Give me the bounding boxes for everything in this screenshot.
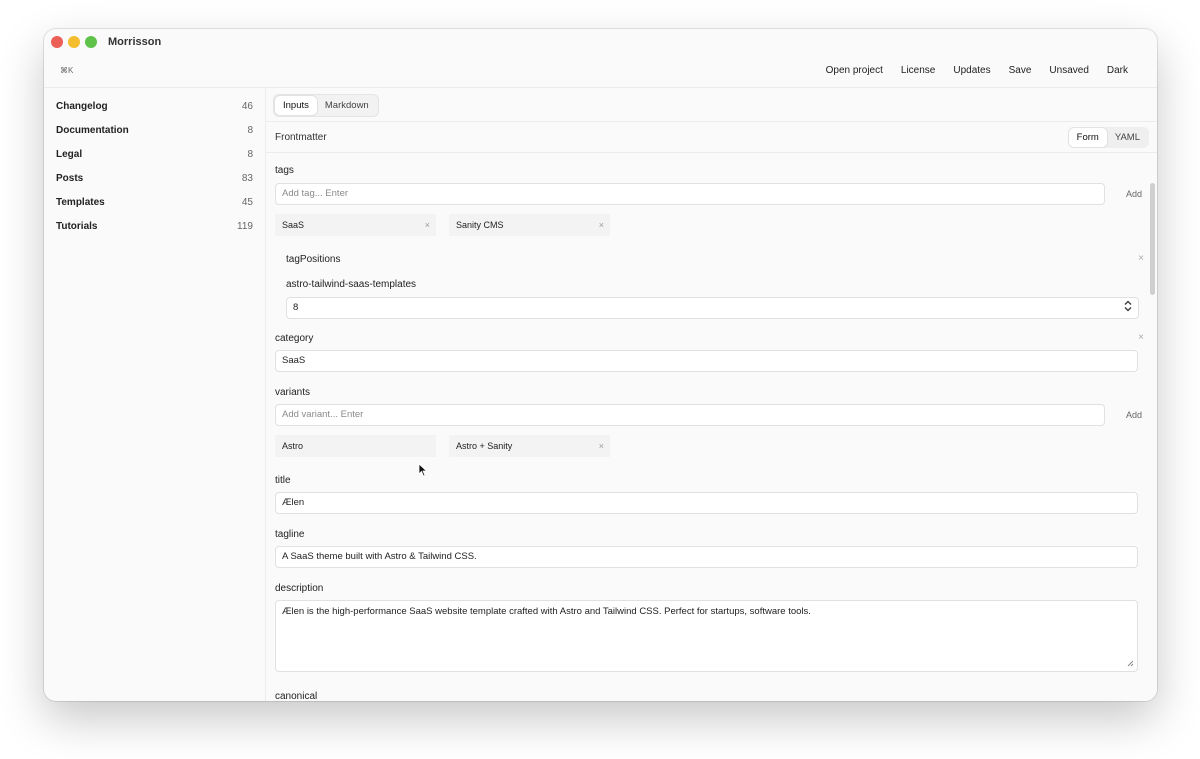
sidebar-item-changelog[interactable]: Changelog 46 [44,94,265,118]
mode-form[interactable]: Form [1068,128,1107,147]
titlebar: Morrisson [44,29,1157,55]
add-tag-button[interactable]: Add [1119,183,1149,205]
sidebar-item-legal[interactable]: Legal 8 [44,142,265,166]
frontmatter-header: Frontmatter Form YAML [266,121,1157,153]
open-project-button[interactable]: Open project [817,65,892,76]
minimize-window-button[interactable] [68,36,80,48]
variants-input[interactable]: Add variant... Enter [275,404,1105,426]
add-variant-button[interactable]: Add [1119,404,1149,426]
sidebar-item-count: 46 [241,100,253,112]
tagposition-value: 8 [293,302,299,313]
sidebar-item-documentation[interactable]: Documentation 8 [44,118,265,142]
tab-markdown[interactable]: Markdown [317,96,377,115]
category-label: category [275,333,314,344]
close-icon[interactable]: × [425,214,430,236]
command-palette-shortcut[interactable]: ⌘K [60,66,73,75]
sidebar-item-count: 83 [241,172,253,184]
toolbar: ⌘K Open project License Updates Save Uns… [44,55,1157,88]
dark-mode-button[interactable]: Dark [1098,65,1137,76]
sidebar-item-label: Documentation [56,124,129,136]
save-button[interactable]: Save [1000,65,1041,76]
category-input[interactable]: SaaS [275,350,1138,372]
sidebar-item-count: 119 [237,220,253,232]
sidebar-item-label: Legal [56,148,83,160]
sidebar-item-templates[interactable]: Templates 45 [44,190,265,214]
mode-yaml[interactable]: YAML [1107,128,1148,147]
unsaved-status[interactable]: Unsaved [1040,65,1097,76]
close-icon[interactable]: × [599,214,604,236]
variant-chip: Astro [275,435,436,457]
tagposition-value-input[interactable]: 8 [286,297,1139,319]
close-icon[interactable]: × [1138,332,1144,343]
chip-label: Astro [282,441,304,451]
title-input[interactable]: Ælen [275,492,1138,514]
sidebar-item-label: Templates [56,196,105,208]
frontmatter-mode-toggle: Form YAML [1067,127,1149,148]
tags-label: tags [275,165,294,176]
license-button[interactable]: License [892,65,944,76]
tagline-label: tagline [275,529,305,540]
sidebar-item-label: Changelog [56,100,108,112]
description-label: description [275,583,324,594]
variant-chip: Astro + Sanity × [449,435,610,457]
close-icon[interactable]: × [1138,253,1144,264]
variants-label: variants [275,387,311,398]
sidebar-item-tutorials[interactable]: Tutorials 119 [44,214,265,238]
chip-label: Astro + Sanity [456,441,513,451]
title-label: title [275,475,291,486]
frontmatter-title: Frontmatter [275,132,327,143]
chip-label: Sanity CMS [456,220,504,230]
close-window-button[interactable] [51,36,63,48]
sidebar-item-label: Posts [56,172,84,184]
form-scroll-area[interactable]: tags Add tag... Enter Add SaaS × Sanity … [266,152,1157,701]
chip-label: SaaS [282,220,305,230]
sidebar-item-posts[interactable]: Posts 83 [44,166,265,190]
updown-stepper-icon[interactable] [1124,300,1132,320]
canonical-label: canonical [275,691,318,701]
description-textarea[interactable]: Ælen is the high-performance SaaS websit… [275,600,1138,672]
scrollbar-thumb[interactable] [1150,183,1155,295]
close-icon[interactable]: × [599,435,604,457]
sidebar: Changelog 46 Documentation 8 Legal 8 Pos… [44,88,266,701]
editor-tabs: Inputs Markdown [273,94,379,117]
description-text: Ælen is the high-performance SaaS websit… [282,606,811,617]
sidebar-item-count: 45 [241,196,253,208]
toolbar-actions: Open project License Updates Save Unsave… [817,65,1137,76]
resize-handle-icon[interactable] [1127,660,1134,669]
sidebar-item-count: 8 [247,148,253,160]
zoom-window-button[interactable] [85,36,97,48]
app-title: Morrisson [108,36,162,48]
tags-input[interactable]: Add tag... Enter [275,183,1105,205]
main-panel: Inputs Markdown Frontmatter Form YAML ta… [266,88,1157,701]
updates-button[interactable]: Updates [944,65,999,76]
sidebar-item-count: 8 [247,124,253,136]
app-window: Morrisson ⌘K Open project License Update… [44,29,1157,701]
sidebar-item-label: Tutorials [56,220,98,232]
tag-chip: SaaS × [275,214,436,236]
tab-inputs[interactable]: Inputs [275,96,317,115]
tagpositions-label: tagPositions [286,254,341,265]
mouse-pointer-icon [418,463,428,477]
tagposition-key: astro-tailwind-saas-templates [286,279,417,290]
tag-chip: Sanity CMS × [449,214,610,236]
tagline-input[interactable]: A SaaS theme built with Astro & Tailwind… [275,546,1138,568]
